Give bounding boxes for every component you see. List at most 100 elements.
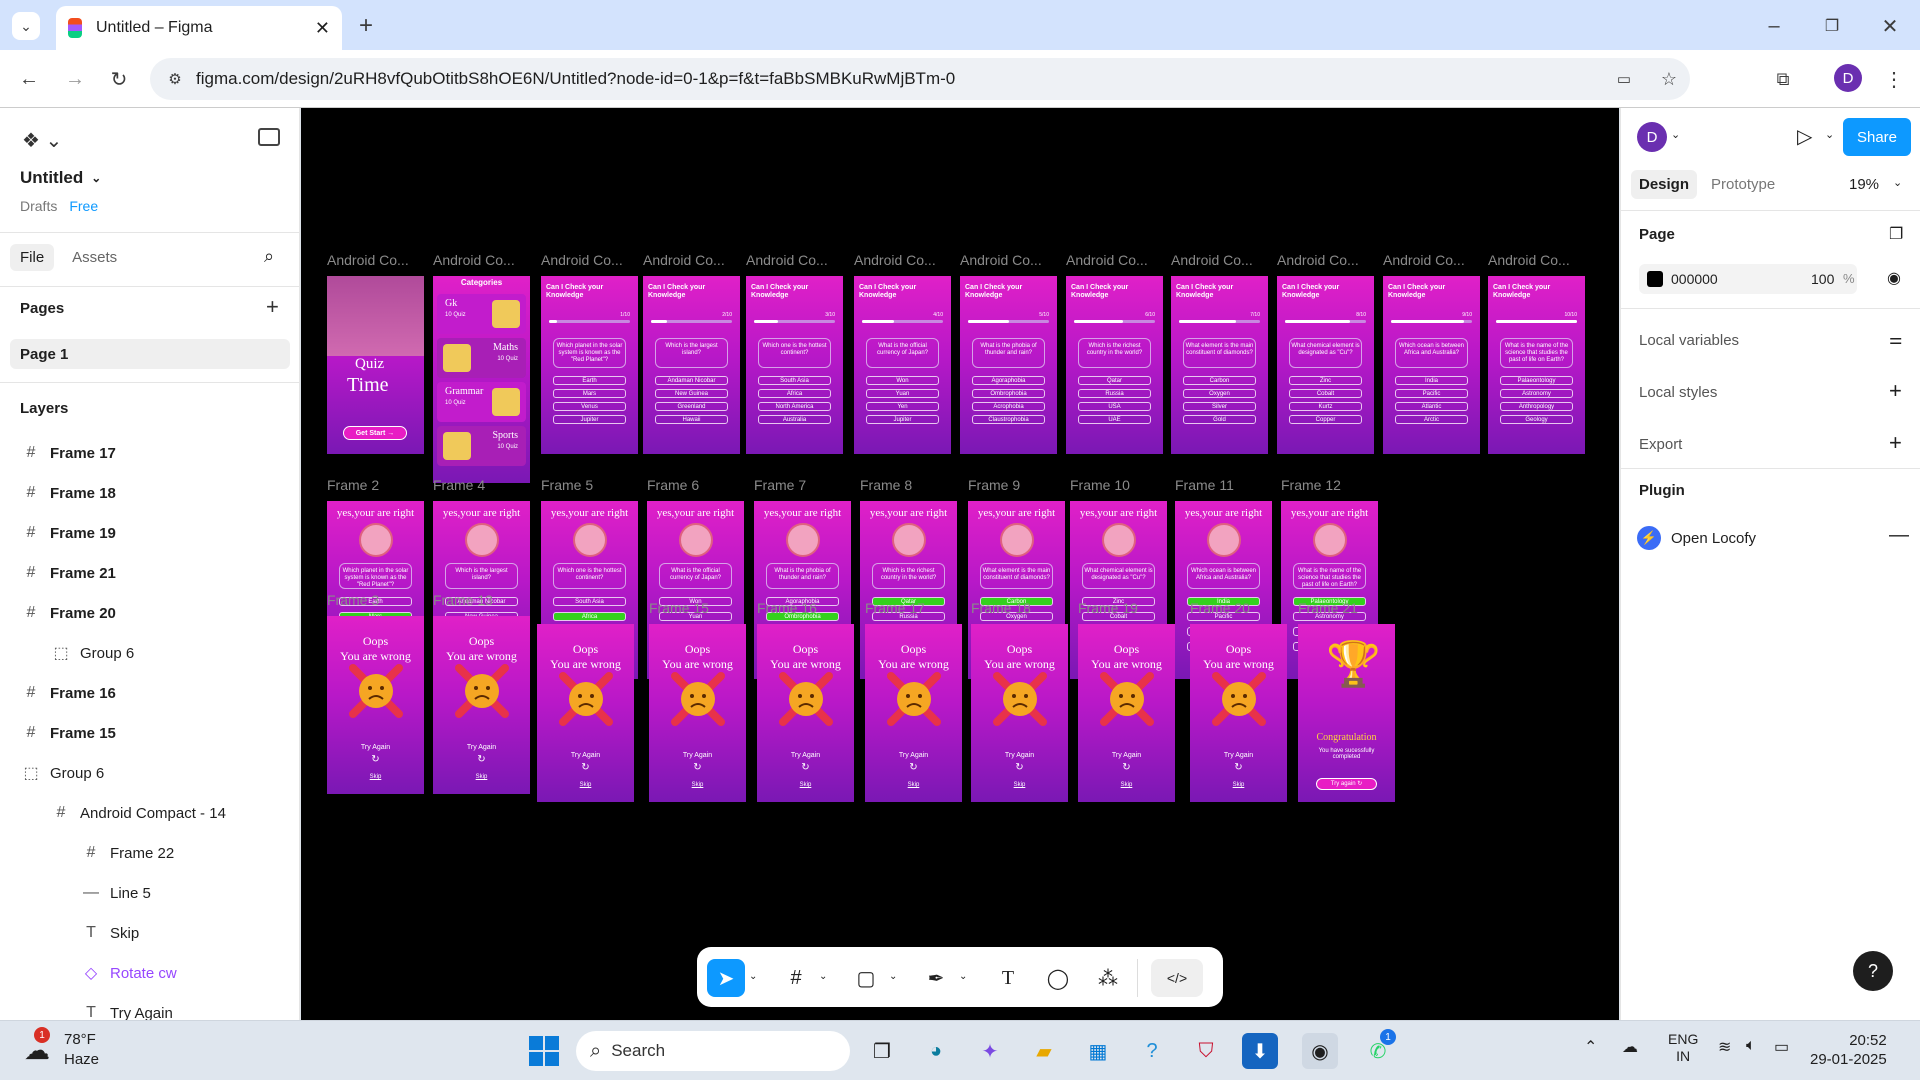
frame-label[interactable]: Android Co... xyxy=(854,252,936,268)
android-compact-frame[interactable]: Categories Gk 10 Quiz Maths 10 Quiz Grammar 10… xyxy=(433,276,530,483)
answer-option[interactable]: Yen xyxy=(866,402,939,411)
close-window-icon[interactable]: ✕ xyxy=(1876,12,1904,40)
skip-link[interactable]: Skip xyxy=(1078,782,1175,788)
answer-option[interactable]: Russia xyxy=(1078,389,1151,398)
chrome-icon[interactable]: ◉ xyxy=(1302,1033,1338,1069)
answer-option[interactable]: Andaman Nicobar xyxy=(655,376,728,385)
answer-option[interactable]: Yuan xyxy=(866,389,939,398)
weather-desc[interactable]: Haze xyxy=(64,1051,99,1068)
answer-option[interactable]: South Asia xyxy=(758,376,831,385)
rotate-cw-icon[interactable]: ↻ xyxy=(649,762,746,773)
answer-option[interactable]: New Guinea xyxy=(655,389,728,398)
answer-option[interactable]: Oxygen xyxy=(1183,389,1256,398)
category-card[interactable]: Gk 10 Quiz xyxy=(437,294,526,334)
get-start-button[interactable]: Get Start → xyxy=(343,426,407,440)
answer-option[interactable]: Gold xyxy=(1183,415,1256,424)
add-style-icon[interactable]: + xyxy=(1889,378,1902,404)
url-bar[interactable]: ⚙ figma.com/design/2uRH8vfQubOtitbS8hOE6… xyxy=(150,58,1690,100)
variables-adjust-icon[interactable]: ⚌ xyxy=(1889,330,1902,348)
frame-label[interactable]: Frame 18 xyxy=(971,600,1031,616)
category-card[interactable]: Grammar 10 Quiz xyxy=(437,382,526,422)
answer-option[interactable]: Agoraphobia xyxy=(972,376,1045,385)
android-compact-frame[interactable]: Can I Check your Knowledge 7/10 What eleme… xyxy=(1171,276,1268,454)
answer-option[interactable]: Claustrophobia xyxy=(972,415,1045,424)
styles-icon[interactable]: ❐ xyxy=(1889,224,1903,244)
answer-option[interactable]: Kurtz xyxy=(1289,402,1362,411)
share-button[interactable]: Share xyxy=(1843,118,1911,156)
page-fill-field[interactable]: 000000 100 % xyxy=(1639,264,1857,294)
chevron-down-icon[interactable]: ⌄ xyxy=(959,971,967,982)
try-again-label[interactable]: Try Again xyxy=(971,752,1068,759)
chevron-down-icon[interactable]: ⌄ xyxy=(1671,128,1680,141)
frame-label[interactable]: Frame 20 xyxy=(1190,600,1250,616)
frame-label[interactable]: Android Co... xyxy=(643,252,725,268)
rotate-cw-icon[interactable]: ↻ xyxy=(327,754,424,765)
chevron-down-icon[interactable]: ⌄ xyxy=(749,971,757,982)
help-app-icon[interactable]: ? xyxy=(1134,1033,1170,1069)
frame-label[interactable]: Frame 7 xyxy=(754,477,806,493)
skip-link[interactable]: Skip xyxy=(433,774,530,780)
frame-label[interactable]: Android Co... xyxy=(433,252,515,268)
frame-label[interactable]: Android Co... xyxy=(1277,252,1359,268)
wrong-answer-frame[interactable]: Oops You are wrong Try Again ↻ Skip xyxy=(971,624,1068,802)
frame-label[interactable]: Frame 17 xyxy=(865,600,925,616)
answer-option[interactable]: Ombrophobia xyxy=(972,389,1045,398)
android-compact-frame[interactable]: Can I Check your Knowledge 2/10 Which is t… xyxy=(643,276,740,454)
zoom-level[interactable]: 19% xyxy=(1849,176,1879,193)
rotate-cw-icon[interactable]: ↻ xyxy=(433,754,530,765)
move-tool-icon[interactable]: ➤ xyxy=(707,959,745,997)
plugin-open-locofy[interactable]: Open Locofy xyxy=(1671,530,1756,547)
rotate-cw-icon[interactable]: ↻ xyxy=(757,762,854,773)
download-manager-icon[interactable]: ⬇ xyxy=(1242,1033,1278,1069)
volume-icon[interactable]: 🔈︎ xyxy=(1746,1037,1756,1055)
android-compact-frame[interactable]: Can I Check your Knowledge 4/10 What is th… xyxy=(854,276,951,454)
frame-label[interactable]: Frame 13 xyxy=(433,592,493,608)
answer-option[interactable]: India xyxy=(1395,376,1468,385)
layer-frame-21[interactable]: # Frame 21 xyxy=(0,553,300,593)
wrong-answer-frame[interactable]: Oops You are wrong Try Again ↻ Skip xyxy=(433,616,530,794)
restore-icon[interactable]: ❐ xyxy=(1818,12,1846,40)
chevron-down-icon[interactable]: ⌄ xyxy=(819,971,827,982)
cast-off-icon[interactable]: ▭ xyxy=(1612,68,1636,90)
page-opacity[interactable]: 100 xyxy=(1811,271,1834,287)
taskbar-search[interactable]: ⌕ Search xyxy=(576,1031,850,1071)
answer-option[interactable]: USA xyxy=(1078,402,1151,411)
congratulation-frame[interactable]: 🏆 Congratulation You have sucessfully comp… xyxy=(1298,624,1395,802)
skip-link[interactable]: Skip xyxy=(757,782,854,788)
help-button[interactable]: ? xyxy=(1853,951,1893,991)
weather-temp[interactable]: 78°F xyxy=(64,1031,96,1048)
skip-link[interactable]: Skip xyxy=(537,782,634,788)
wrong-answer-frame[interactable]: Oops You are wrong Try Again ↻ Skip xyxy=(327,616,424,794)
category-card[interactable]: Sports 10 Quiz xyxy=(437,426,526,466)
page-item-page-1[interactable]: Page 1 xyxy=(10,339,290,369)
wrong-answer-frame[interactable]: Oops You are wrong Try Again ↻ Skip xyxy=(757,624,854,802)
frame-label[interactable]: Android Co... xyxy=(1171,252,1253,268)
answer-option[interactable]: North America xyxy=(758,402,831,411)
android-compact-frame[interactable]: Can I Check your Knowledge 1/10 Which plan… xyxy=(541,276,638,454)
frame-label[interactable]: Frame 5 xyxy=(541,477,593,493)
skip-link[interactable]: Skip xyxy=(1190,782,1287,788)
answer-option[interactable]: Acrophobia xyxy=(972,402,1045,411)
microsoft-store-icon[interactable]: ▦ xyxy=(1080,1033,1116,1069)
export-section[interactable]: Export xyxy=(1639,436,1682,453)
skip-link[interactable]: Skip xyxy=(649,782,746,788)
answer-option[interactable]: Silver xyxy=(1183,402,1256,411)
skip-link[interactable]: Skip xyxy=(971,782,1068,788)
user-avatar[interactable]: D xyxy=(1637,122,1667,152)
answer-option[interactable]: Greenland xyxy=(655,402,728,411)
frame-label[interactable]: Frame 19 xyxy=(1078,600,1138,616)
frame-label[interactable]: Android Co... xyxy=(1488,252,1570,268)
present-play-icon[interactable]: ▷ xyxy=(1797,124,1812,149)
frame-label[interactable]: Frame 8 xyxy=(860,477,912,493)
answer-option[interactable]: South Asia xyxy=(553,597,626,606)
local-styles[interactable]: Local styles xyxy=(1639,384,1717,401)
edge-browser-icon[interactable]: ◕ xyxy=(918,1033,954,1069)
profile-avatar[interactable]: D xyxy=(1834,64,1862,92)
frame-label[interactable]: Frame 2 xyxy=(327,477,379,493)
frame-label[interactable]: Frame 15 xyxy=(649,600,709,616)
frame-label[interactable]: Frame 3 xyxy=(327,592,379,608)
wifi-icon[interactable]: ≋ xyxy=(1718,1037,1731,1057)
android-compact-frame[interactable]: Can I Check your Knowledge 5/10 What is th… xyxy=(960,276,1057,454)
mcafee-icon[interactable]: ⛉ xyxy=(1188,1033,1224,1069)
android-compact-frame[interactable]: Can I Check your Knowledge 10/10 What is t… xyxy=(1488,276,1585,454)
